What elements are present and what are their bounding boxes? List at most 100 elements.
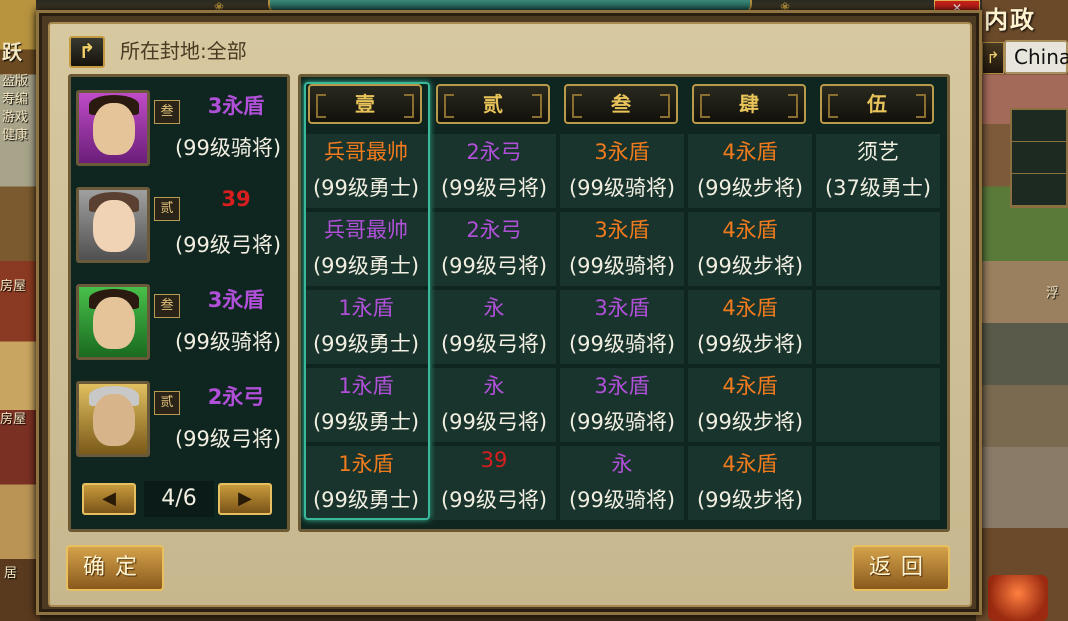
cell-general-name: 永 xyxy=(483,374,505,398)
cell-general-desc: (99级弓将) xyxy=(440,254,548,278)
general-desc: (99级弓将) xyxy=(174,233,282,257)
avatar xyxy=(76,187,150,263)
general-name: 3永盾 xyxy=(207,94,265,118)
cell-general-name: 永 xyxy=(483,296,505,320)
generals-pager: ◀ 4/6 ▶ xyxy=(82,481,274,517)
rank-badge: 贰 xyxy=(154,197,180,221)
filter-back-button[interactable]: ↱ xyxy=(69,36,105,68)
grid-cell[interactable]: 39 (99级弓将) xyxy=(432,446,556,520)
cell-general-desc: (99级骑将) xyxy=(568,254,676,278)
cell-general-desc: (99级骑将) xyxy=(568,410,676,434)
column-header-4[interactable]: 肆 xyxy=(692,84,806,124)
cell-general-name: 39 xyxy=(480,448,508,472)
grid-cell[interactable]: 3永盾 (99级骑将) xyxy=(560,212,684,286)
grid-cell[interactable]: 3永盾 (99级骑将) xyxy=(560,134,684,208)
grid-cell[interactable] xyxy=(816,446,940,520)
side-label-left-6: 房屋 xyxy=(0,412,27,427)
side-label-left-top: 跃 xyxy=(2,40,22,64)
side-label-left-2: 寿编 xyxy=(2,92,29,107)
general-item-4[interactable]: 贰 2永弓 (99级弓将) xyxy=(76,381,286,465)
general-desc: (99级弓将) xyxy=(174,427,282,451)
cell-general-name: 3永盾 xyxy=(594,218,650,242)
avatar xyxy=(76,284,150,360)
return-button[interactable]: 返回 xyxy=(852,545,950,591)
cell-general-desc: (99级弓将) xyxy=(440,176,548,200)
cell-general-name: 4永盾 xyxy=(722,374,778,398)
grid-cell[interactable] xyxy=(816,368,940,442)
grid-cell[interactable]: 须艺 (37级勇士) xyxy=(816,134,940,208)
cell-general-desc: (99级弓将) xyxy=(440,488,548,512)
general-item-2[interactable]: 贰 39 (99级弓将) xyxy=(76,187,286,271)
grid-cell[interactable]: 4永盾 (99级步将) xyxy=(688,290,812,364)
side-menu-boxes[interactable] xyxy=(1010,108,1068,208)
treasure-chest-icon[interactable] xyxy=(988,575,1048,621)
grid-cell[interactable] xyxy=(816,290,940,364)
rank-badge: 叁 xyxy=(154,294,180,318)
rank-badge: 叁 xyxy=(154,100,180,124)
general-item-3[interactable]: 叁 3永盾 (99级骑将) xyxy=(76,284,286,368)
prev-page-button[interactable]: ◀ xyxy=(82,483,136,515)
cell-general-name: 4永盾 xyxy=(722,452,778,476)
cell-general-desc: (99级步将) xyxy=(696,488,804,512)
grid-cell[interactable]: 3永盾 (99级骑将) xyxy=(560,290,684,364)
cell-general-desc: (99级骑将) xyxy=(568,332,676,356)
avatar xyxy=(76,90,150,166)
general-item-1[interactable]: 叁 3永盾 (99级骑将) xyxy=(76,90,286,174)
grid-cell[interactable]: 4永盾 (99级步将) xyxy=(688,212,812,286)
internal-affairs-tab[interactable]: 内政 xyxy=(984,0,1064,34)
cell-general-desc: (99级步将) xyxy=(696,332,804,356)
column-header-2[interactable]: 贰 xyxy=(436,84,550,124)
side-label-left-7: 居 xyxy=(4,566,18,581)
cell-general-desc: (99级弓将) xyxy=(440,410,548,434)
cell-general-name: 须艺 xyxy=(857,140,899,164)
cell-general-desc: (99级骑将) xyxy=(568,176,676,200)
cell-general-name: 3永盾 xyxy=(594,140,650,164)
side-label-left-5: 房屋 xyxy=(0,279,27,294)
side-label-right-1: 浮 xyxy=(1046,286,1060,301)
grid-cell[interactable]: 4永盾 (99级步将) xyxy=(688,134,812,208)
grid-cell[interactable]: 永 (99级骑将) xyxy=(560,446,684,520)
column-header-3[interactable]: 叁 xyxy=(564,84,678,124)
avatar xyxy=(76,381,150,457)
general-name: 39 xyxy=(221,187,251,211)
cell-general-desc: (99级步将) xyxy=(696,254,804,278)
page-count: 4/6 xyxy=(144,481,214,517)
fief-filter-label[interactable]: 所在封地:全部 xyxy=(120,36,247,66)
selected-column-highlight xyxy=(304,82,430,520)
next-page-button[interactable]: ▶ xyxy=(218,483,272,515)
grid-cell[interactable]: 永 (99级弓将) xyxy=(432,368,556,442)
cell-general-name: 3永盾 xyxy=(594,374,650,398)
cell-general-name: 永 xyxy=(611,452,633,476)
column-header-5[interactable]: 伍 xyxy=(820,84,934,124)
region-back-button[interactable]: ↱ xyxy=(982,42,1004,74)
general-name: 3永盾 xyxy=(207,288,265,312)
cell-general-desc: (99级步将) xyxy=(696,176,804,200)
cell-general-name: 2永弓 xyxy=(466,218,522,242)
grid-cell[interactable]: 永 (99级弓将) xyxy=(432,290,556,364)
grid-cell[interactable]: 4永盾 (99级步将) xyxy=(688,446,812,520)
cell-general-name: 3永盾 xyxy=(594,296,650,320)
general-name: 2永弓 xyxy=(207,385,265,409)
region-input[interactable]: China xyxy=(1004,40,1068,74)
cell-general-desc: (37级勇士) xyxy=(824,176,932,200)
cell-general-desc: (99级步将) xyxy=(696,410,804,434)
grid-cell[interactable]: 4永盾 (99级步将) xyxy=(688,368,812,442)
side-label-left-1: 盈版 xyxy=(2,74,29,89)
side-label-left-4: 健康 xyxy=(2,128,29,143)
cell-general-desc: (99级弓将) xyxy=(440,332,548,356)
confirm-button[interactable]: 确定 xyxy=(66,545,164,591)
grid-cell[interactable]: 2永弓 (99级弓将) xyxy=(432,134,556,208)
general-desc: (99级骑将) xyxy=(174,136,282,160)
cell-general-name: 2永弓 xyxy=(466,140,522,164)
rank-badge: 贰 xyxy=(154,391,180,415)
grid-cell[interactable]: 3永盾 (99级骑将) xyxy=(560,368,684,442)
cell-general-name: 4永盾 xyxy=(722,140,778,164)
general-desc: (99级骑将) xyxy=(174,330,282,354)
cell-general-desc: (99级骑将) xyxy=(568,488,676,512)
grid-cell[interactable]: 2永弓 (99级弓将) xyxy=(432,212,556,286)
background-right-scenery xyxy=(976,0,1068,621)
cell-general-name: 4永盾 xyxy=(722,296,778,320)
side-label-left-3: 游戏 xyxy=(2,110,29,125)
grid-cell[interactable] xyxy=(816,212,940,286)
cell-general-name: 4永盾 xyxy=(722,218,778,242)
